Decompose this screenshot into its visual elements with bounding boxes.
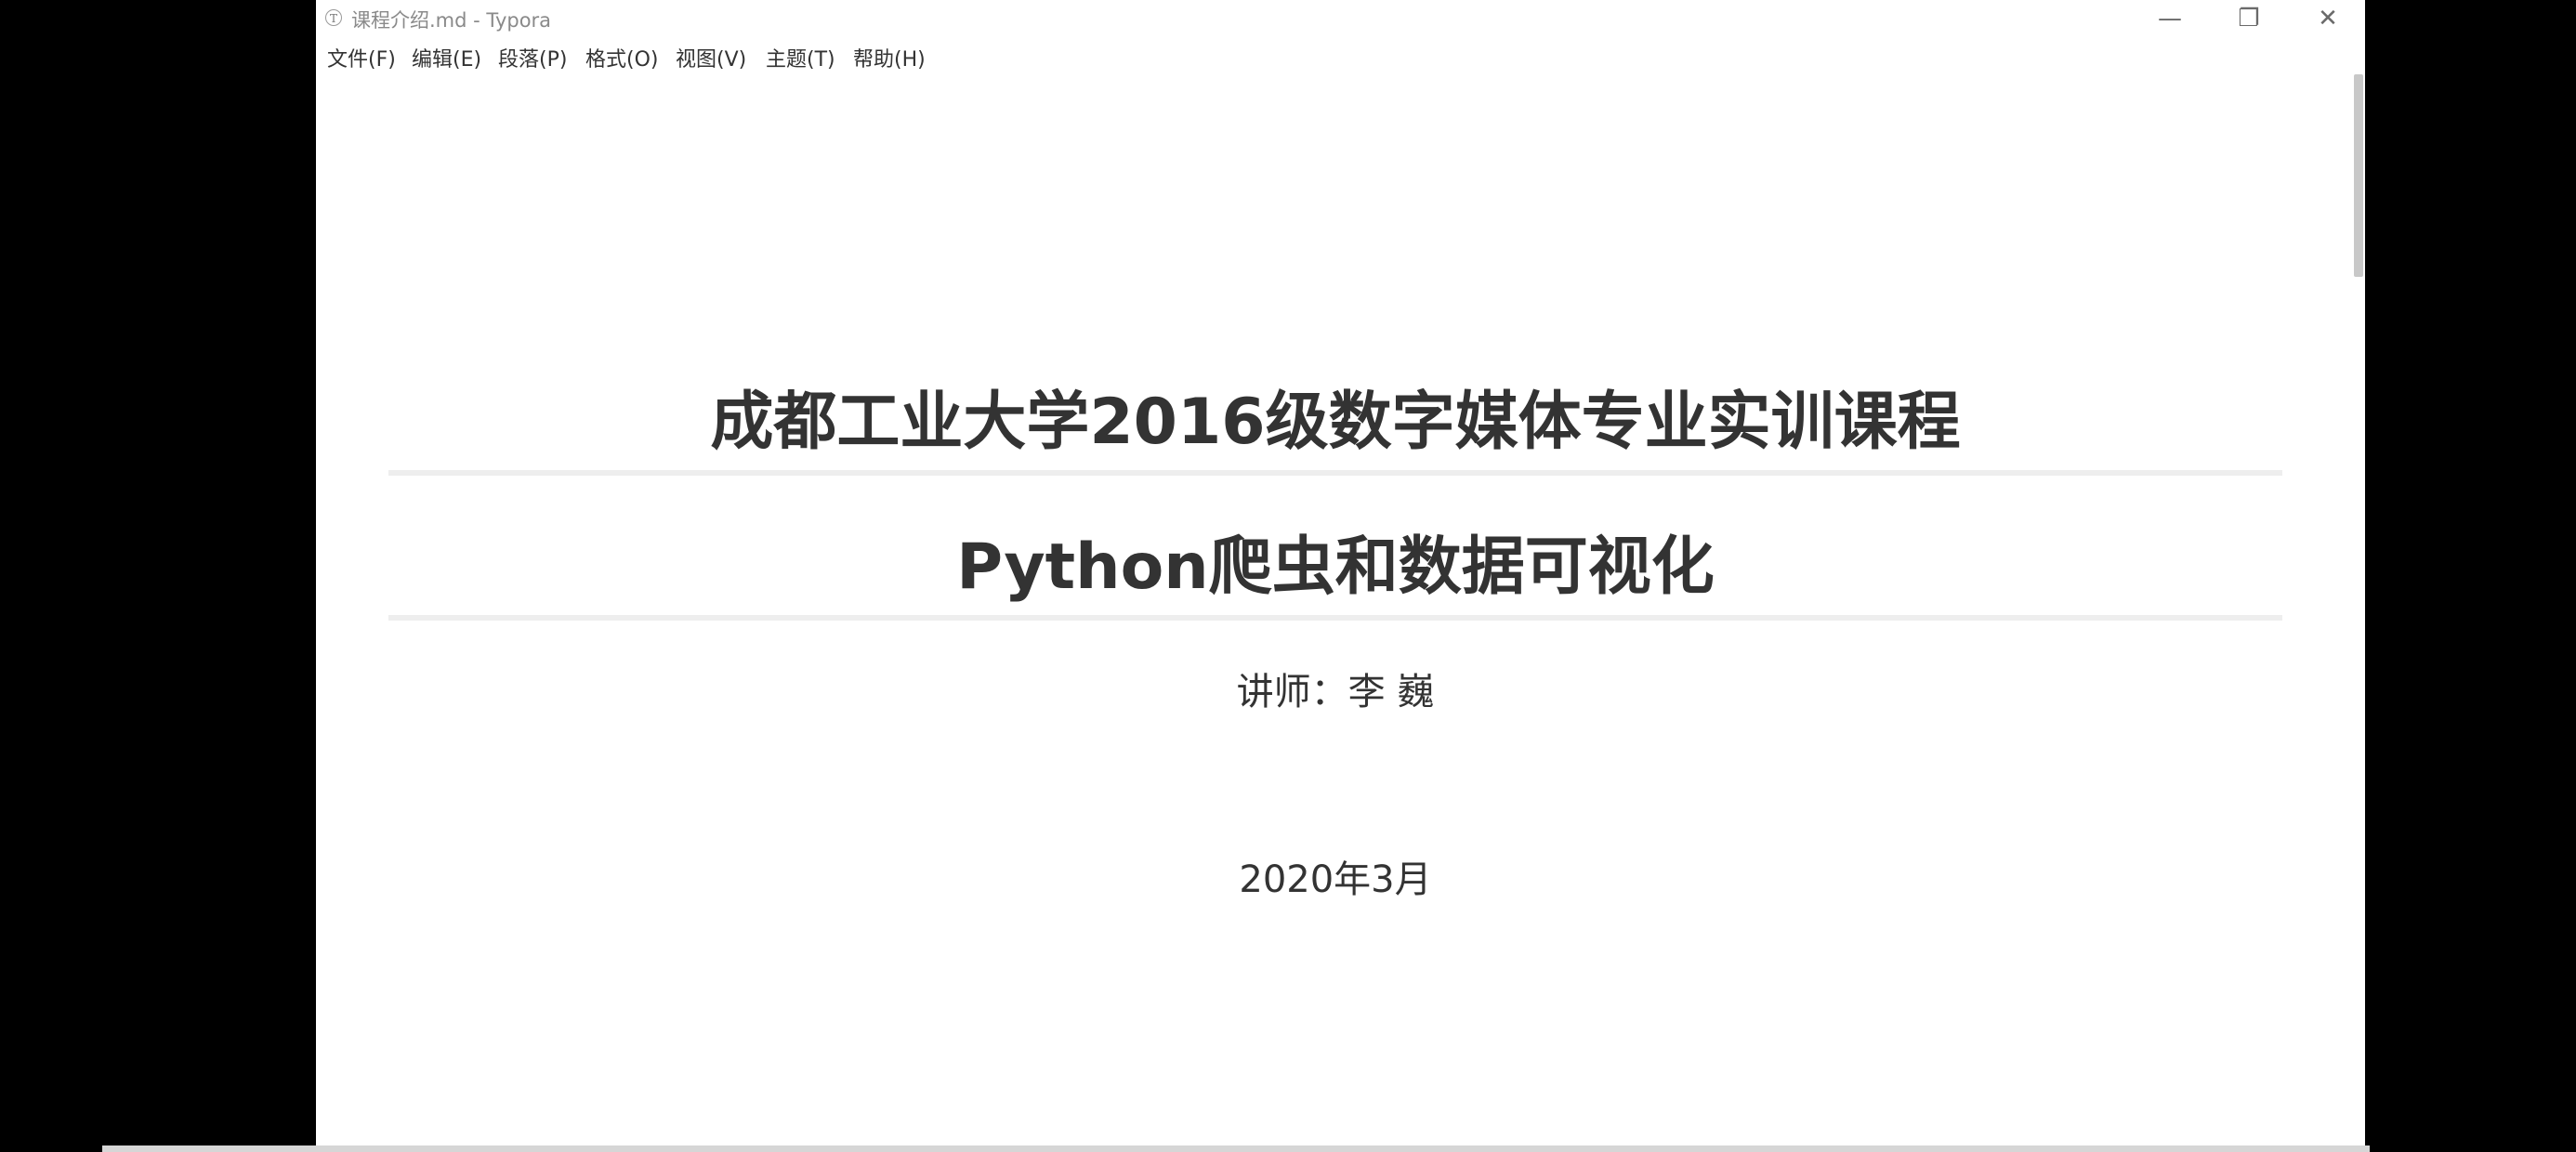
date-text: 2020年3月 bbox=[1239, 858, 1432, 901]
heading-divider bbox=[388, 470, 2282, 476]
typora-window: T 课程介绍.md - Typora — ❐ ✕ 文件(F) 编辑(E) 段落(… bbox=[316, 0, 2365, 1152]
menu-file[interactable]: 文件(F) bbox=[327, 43, 396, 72]
horizontal-scrollbar[interactable] bbox=[102, 1145, 2370, 1152]
window-title: 课程介绍.md - Typora bbox=[351, 9, 552, 32]
scrollbar-thumb[interactable] bbox=[2354, 74, 2363, 277]
menu-paragraph[interactable]: 段落(P) bbox=[498, 43, 567, 72]
maximize-button[interactable]: ❐ bbox=[2212, 0, 2286, 41]
title-bar[interactable]: T 课程介绍.md - Typora — ❐ ✕ bbox=[316, 0, 2365, 41]
screen: T 课程介绍.md - Typora — ❐ ✕ 文件(F) 编辑(E) 段落(… bbox=[0, 0, 2576, 1152]
menu-help[interactable]: 帮助(H) bbox=[853, 43, 926, 72]
menu-theme[interactable]: 主题(T) bbox=[766, 43, 835, 72]
vertical-scrollbar[interactable] bbox=[2349, 74, 2365, 1152]
heading-course-title: 成都工业大学2016级数字媒体专业实训课程 bbox=[710, 386, 1961, 459]
close-button[interactable]: ✕ bbox=[2291, 0, 2365, 41]
menu-view[interactable]: 视图(V) bbox=[676, 43, 746, 72]
typora-app-icon: T bbox=[325, 9, 342, 26]
lecturer-text: 讲师：李 巍 bbox=[1236, 671, 1435, 713]
document-editor[interactable]: 成都工业大学2016级数字媒体专业实训课程 Python爬虫和数据可视化 讲师：… bbox=[316, 74, 2349, 1152]
minimize-button[interactable]: — bbox=[2133, 0, 2207, 41]
menu-bar: 文件(F) 编辑(E) 段落(P) 格式(O) 视图(V) 主题(T) 帮助(H… bbox=[316, 41, 2365, 74]
menu-edit[interactable]: 编辑(E) bbox=[412, 43, 481, 72]
menu-format[interactable]: 格式(O) bbox=[585, 43, 658, 72]
heading-divider bbox=[388, 615, 2282, 621]
heading-course-subtitle: Python爬虫和数据可视化 bbox=[956, 530, 1715, 604]
